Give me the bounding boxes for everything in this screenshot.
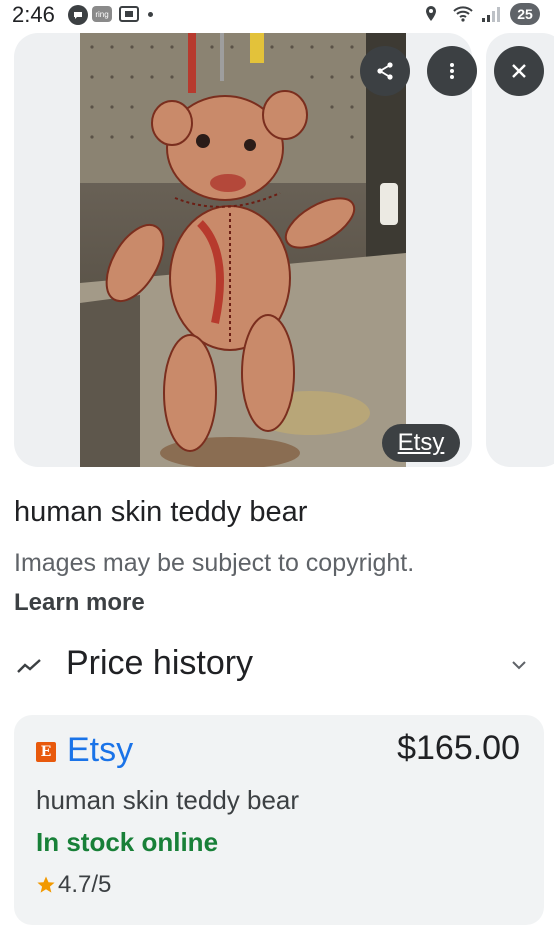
offer-card[interactable]: E Etsy $165.00 human skin teddy bear In … [14, 715, 544, 925]
chevron-down-icon [512, 661, 526, 670]
result-title[interactable]: human skin teddy bear [14, 496, 307, 529]
price-history-label: Price history [66, 644, 254, 682]
status-bar: 2:46 ring 25 [0, 0, 554, 30]
stock-status: In stock online [36, 827, 219, 857]
battery-indicator: 25 [510, 3, 540, 25]
status-time: 2:46 [12, 2, 55, 27]
close-icon [512, 64, 526, 78]
share-button[interactable] [360, 46, 410, 96]
image-source-chip[interactable]: Etsy [382, 424, 460, 462]
copyright-notice: Images may be subject to copyright. [14, 549, 415, 577]
location-icon [424, 5, 438, 23]
learn-more-link[interactable]: Learn more [14, 589, 145, 617]
ring-app-icon: ring [92, 6, 112, 22]
wifi-icon [452, 5, 474, 23]
close-button[interactable] [494, 46, 544, 96]
more-options-button[interactable] [427, 46, 477, 96]
share-icon [377, 62, 393, 80]
star-icon [37, 876, 55, 893]
trend-icon [17, 659, 41, 673]
signal-icon [480, 5, 502, 23]
merchant-logo: E [36, 742, 56, 762]
rating: 4.7/5 [58, 871, 112, 898]
offer-price: $165.00 [397, 729, 520, 767]
price-history-toggle[interactable]: Price history [0, 640, 554, 692]
chat-bubble-icon [68, 5, 88, 25]
notification-dot [148, 12, 153, 17]
merchant-name[interactable]: Etsy [67, 731, 133, 770]
result-image[interactable] [80, 33, 406, 467]
more-vert-icon [450, 63, 454, 79]
image-preview-card[interactable] [14, 33, 472, 467]
product-name: human skin teddy bear [36, 785, 300, 815]
next-image-card[interactable] [486, 33, 554, 467]
cast-icon [118, 5, 140, 23]
